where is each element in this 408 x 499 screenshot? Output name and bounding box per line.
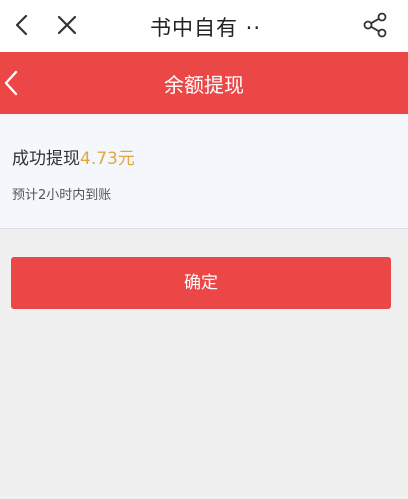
- close-icon[interactable]: [52, 10, 82, 40]
- arrival-note: 预计2小时内到账: [12, 188, 112, 203]
- success-label: 成功提现: [12, 149, 80, 169]
- page-title: 余额提现: [164, 73, 244, 97]
- withdraw-result-panel: 成功提现4.73元 预计2小时内到账: [0, 114, 408, 229]
- share-icon[interactable]: [360, 10, 390, 40]
- back-icon[interactable]: [8, 10, 38, 40]
- browser-title: 书中自有 ··: [150, 16, 262, 40]
- page-header: 余额提现: [0, 52, 408, 114]
- browser-topbar: 书中自有 ··: [0, 0, 408, 52]
- confirm-button[interactable]: 确定: [11, 257, 391, 309]
- withdraw-amount: 4.73元: [80, 149, 135, 169]
- withdraw-success-line: 成功提现4.73元: [12, 144, 135, 169]
